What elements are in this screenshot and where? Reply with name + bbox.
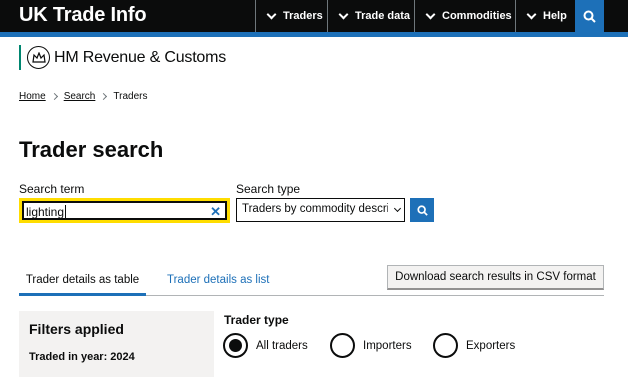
radio-all-traders-label: All traders xyxy=(256,339,308,352)
search-type-select[interactable]: Traders by commodity description xyxy=(236,198,405,222)
search-term-value: lighting xyxy=(26,204,65,219)
filters-title: Filters applied xyxy=(29,321,124,337)
radio-all-traders[interactable]: All traders xyxy=(223,333,308,358)
chevron-down-icon xyxy=(425,9,436,19)
breadcrumb: Home Search Traders xyxy=(19,91,147,102)
department-branding[interactable]: HM Revenue & Customs xyxy=(19,45,226,70)
chevron-right-icon xyxy=(50,92,58,101)
search-type-label: Search type xyxy=(236,182,301,196)
header-accent-bar xyxy=(0,32,628,37)
clear-icon[interactable]: ✕ xyxy=(210,204,221,220)
department-name: HM Revenue & Customs xyxy=(54,48,227,66)
nav-traders-label: Traders xyxy=(283,10,323,22)
filter-traded-year: Traded in year: 2024 xyxy=(29,351,135,363)
site-header: UK Trade Info Traders Trade data Commodi… xyxy=(0,0,628,32)
breadcrumb-current: Traders xyxy=(113,91,148,102)
crown-crest-icon xyxy=(27,46,50,69)
download-csv-button[interactable]: Download search results in CSV format xyxy=(387,265,604,290)
radio-exporters[interactable]: Exporters xyxy=(433,333,515,358)
search-term-label: Search term xyxy=(19,182,85,196)
nav-commodities-label: Commodities xyxy=(442,10,512,22)
chevron-down-icon xyxy=(526,9,537,19)
search-icon xyxy=(416,204,428,216)
radio-circle[interactable] xyxy=(223,333,248,358)
radio-importers[interactable]: Importers xyxy=(330,333,412,358)
filters-panel: Filters applied Traded in year: 2024 xyxy=(19,311,214,377)
nav-commodities[interactable]: Commodities xyxy=(414,0,512,32)
search-icon xyxy=(583,10,596,23)
site-title[interactable]: UK Trade Info xyxy=(19,4,147,27)
chevron-right-icon xyxy=(100,92,108,101)
header-search-button[interactable] xyxy=(575,0,604,32)
chevron-down-icon xyxy=(266,9,277,19)
search-term-input[interactable]: lighting ✕ xyxy=(19,198,230,223)
nav-help-label: Help xyxy=(543,10,567,22)
tab-details-list[interactable]: Trader details as list xyxy=(167,266,269,293)
radio-circle[interactable] xyxy=(433,333,458,358)
trader-type-label: Trader type xyxy=(224,313,289,327)
chevron-down-icon xyxy=(338,9,349,19)
nav-traders[interactable]: Traders xyxy=(255,0,323,32)
radio-selected-dot xyxy=(229,339,242,352)
nav-trade-data[interactable]: Trade data xyxy=(327,0,410,32)
page-title: Trader search xyxy=(19,137,164,162)
tab-details-table[interactable]: Trader details as table xyxy=(19,266,146,296)
text-caret xyxy=(65,205,67,218)
radio-exporters-label: Exporters xyxy=(466,339,516,352)
search-submit-button[interactable] xyxy=(410,198,434,222)
radio-circle[interactable] xyxy=(330,333,355,358)
brand-bar xyxy=(19,45,21,70)
breadcrumb-home[interactable]: Home xyxy=(19,91,46,102)
nav-trade-data-label: Trade data xyxy=(355,10,411,22)
nav-help[interactable]: Help xyxy=(515,0,567,32)
radio-importers-label: Importers xyxy=(363,339,412,352)
breadcrumb-search[interactable]: Search xyxy=(64,91,96,102)
search-type-value: Traders by commodity description xyxy=(242,203,405,215)
